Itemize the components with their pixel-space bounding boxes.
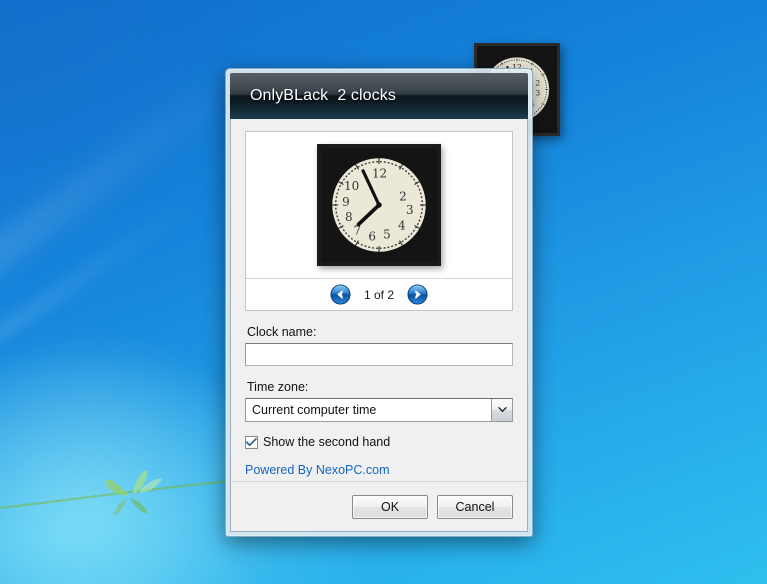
dialog-content: 12 2 3 4 5 6 7 8 9 10 1 of 2 Clock name:… [231, 119, 527, 481]
svg-text:3: 3 [535, 89, 540, 98]
next-clock-button[interactable] [407, 284, 428, 305]
clock-page-indicator: 1 of 2 [363, 287, 395, 302]
clock-name-input[interactable] [245, 343, 513, 366]
svg-text:8: 8 [345, 210, 353, 224]
svg-text:12: 12 [372, 167, 387, 181]
time-zone-dropdown[interactable]: Current computer time [245, 398, 513, 422]
svg-text:10: 10 [344, 179, 359, 193]
clock-preview-image[interactable]: 12 2 3 4 5 6 7 8 9 10 [317, 144, 441, 266]
svg-text:5: 5 [383, 228, 391, 242]
preview-clock-face: 12 2 3 4 5 6 7 8 9 10 [322, 148, 436, 262]
cancel-button[interactable]: Cancel [437, 494, 513, 519]
previous-clock-button[interactable] [330, 284, 351, 305]
svg-text:6: 6 [368, 229, 376, 243]
arrow-right-icon [407, 284, 428, 305]
svg-text:9: 9 [342, 195, 350, 209]
svg-text:3: 3 [406, 203, 414, 217]
arrow-left-icon [330, 284, 351, 305]
show-second-hand-row[interactable]: Show the second hand [245, 435, 513, 449]
dialog-footer: OK Cancel [231, 481, 527, 531]
clock-preview-stage: 12 2 3 4 5 6 7 8 9 10 [246, 132, 512, 278]
chevron-down-icon [491, 399, 512, 421]
clock-preview-navigation: 1 of 2 [246, 278, 512, 310]
show-second-hand-label: Show the second hand [263, 435, 391, 449]
dialog-titlebar[interactable]: OnlyBLack 2 clocks [230, 73, 528, 119]
clock-name-label: Clock name: [247, 325, 317, 339]
light-ray-lower [0, 188, 209, 387]
dialog-body: 12 2 3 4 5 6 7 8 9 10 1 of 2 Clock name:… [230, 119, 528, 532]
ok-button[interactable]: OK [352, 494, 428, 519]
svg-text:2: 2 [399, 189, 407, 203]
gadget-settings-dialog: OnlyBLack 2 clocks 12 2 3 4 5 6 7 8 9 10… [225, 68, 533, 537]
light-ray-upper [0, 56, 260, 331]
chevron-down-glyph [497, 407, 507, 413]
svg-text:2: 2 [535, 79, 540, 88]
show-second-hand-checkbox[interactable] [245, 435, 258, 449]
svg-text:4: 4 [398, 219, 406, 233]
checkmark-icon [246, 437, 257, 446]
desktop-background: 1212 346 799 10 OnlyBLack 2 clocks [0, 0, 767, 584]
powered-by-link[interactable]: Powered By NexoPC.com [245, 463, 390, 477]
clock-preview-panel: 12 2 3 4 5 6 7 8 9 10 1 of 2 [245, 131, 513, 311]
dialog-title: OnlyBLack 2 clocks [250, 87, 396, 104]
time-zone-label: Time zone: [247, 380, 309, 394]
time-zone-selected-value: Current computer time [252, 403, 377, 417]
